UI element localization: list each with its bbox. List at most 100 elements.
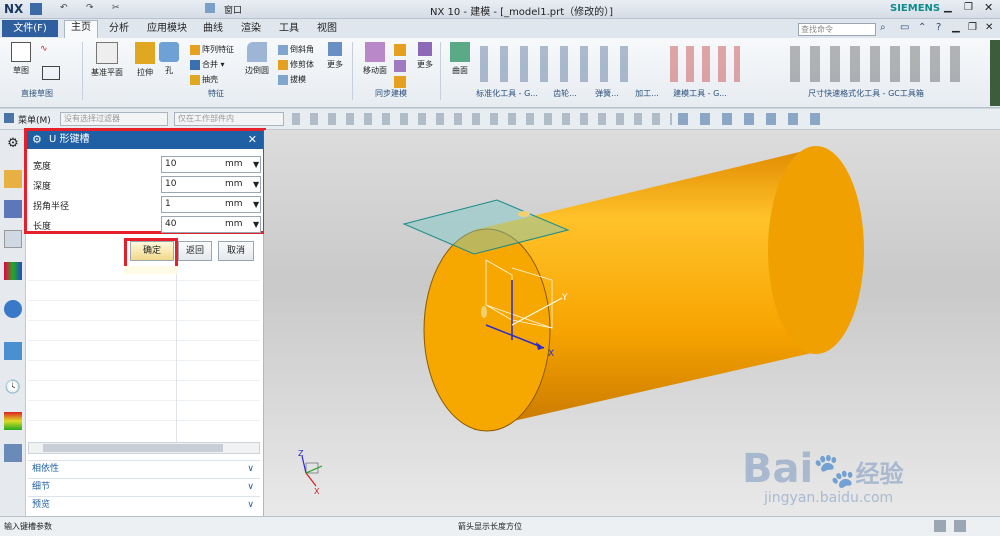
web-browser-icon[interactable] — [4, 300, 22, 318]
draft-button[interactable]: 拔模 — [278, 74, 306, 85]
reuse-library-icon[interactable] — [4, 262, 22, 280]
visualization-icon[interactable] — [4, 412, 22, 430]
graphics-viewport[interactable]: X Y Z X Bai🐾经验 jingyan.baidu.com — [264, 130, 1000, 516]
role-icon[interactable] — [4, 444, 22, 462]
dimension-tools-icons[interactable] — [790, 46, 970, 82]
corner-radius-input[interactable]: 1 — [161, 196, 261, 213]
move-face-button[interactable]: 移动面 — [358, 42, 392, 76]
minimize-button[interactable]: ▁ — [944, 2, 952, 13]
corner-radius-dropdown-icon[interactable]: ▼ — [253, 196, 259, 213]
back-button[interactable]: 返回 — [178, 241, 212, 261]
dialog-close-button[interactable]: ✕ — [248, 131, 257, 149]
chevron-down-icon: ∨ — [247, 464, 254, 474]
chamfer-button[interactable]: 倒斜角 — [278, 44, 314, 55]
search-icon[interactable]: ⌕ — [880, 22, 886, 33]
more-features-button[interactable]: 更多 — [322, 42, 348, 70]
width-input[interactable]: 10 — [161, 156, 261, 173]
extrude-button[interactable]: 拉伸 — [130, 42, 160, 78]
sketch-icon — [11, 42, 31, 62]
pattern-feature-button[interactable]: 阵列特征 — [190, 44, 234, 55]
undo-icon[interactable]: ↶ — [60, 3, 68, 13]
shell-button[interactable]: 抽壳 — [190, 74, 218, 85]
cylinder-near-face[interactable] — [423, 228, 551, 432]
trim-body-button[interactable]: 修剪体 — [278, 59, 314, 70]
ok-button[interactable]: 确定 — [130, 241, 174, 261]
tab-view[interactable]: 视图 — [312, 22, 342, 36]
section-dependencies[interactable]: 相依性 ∨ — [28, 460, 260, 476]
window-icon[interactable] — [205, 3, 215, 13]
scope-filter-select[interactable]: 仅在工作部件内 — [174, 112, 284, 126]
surface-button[interactable]: 曲面 — [446, 42, 474, 76]
part-navigator-icon[interactable] — [4, 170, 22, 188]
rectangle-icon[interactable] — [42, 66, 60, 80]
tab-analysis[interactable]: 分析 — [102, 22, 136, 36]
sub-restore-button[interactable]: ❐ — [968, 22, 977, 33]
sub-close-button[interactable]: ✕ — [985, 22, 993, 33]
length-input[interactable]: 40 — [161, 216, 261, 233]
curve-icon[interactable]: ∿ — [40, 44, 60, 58]
sub-minimize-button[interactable]: ▁ — [952, 22, 960, 33]
length-unit: mm — [225, 219, 243, 229]
depth-dropdown-icon[interactable]: ▼ — [253, 176, 259, 193]
offset-region-icon[interactable] — [394, 44, 406, 56]
delete-face-icon[interactable] — [394, 76, 406, 88]
move-face-icon — [365, 42, 385, 62]
horizontal-scrollbar[interactable] — [28, 442, 260, 454]
status-icon-1[interactable] — [934, 520, 946, 532]
more-sync-icon — [418, 42, 432, 56]
history-icon[interactable] — [4, 342, 22, 360]
close-button[interactable]: ✕ — [984, 1, 993, 14]
unite-button[interactable]: 合并 ▾ — [190, 59, 225, 70]
cancel-button[interactable]: 取消 — [218, 241, 254, 261]
tab-applications[interactable]: 应用模块 — [142, 22, 192, 36]
length-dropdown-icon[interactable]: ▼ — [253, 216, 259, 233]
constraint-navigator-icon[interactable] — [4, 230, 22, 248]
tab-render[interactable]: 渲染 — [236, 22, 266, 36]
menu-button[interactable]: 菜单(M) — [18, 113, 51, 126]
assembly-navigator-icon[interactable] — [4, 200, 22, 218]
tab-curve[interactable]: 曲线 — [198, 22, 228, 36]
settings-icon[interactable]: ⚙ — [4, 136, 22, 154]
handle-marker[interactable] — [518, 211, 530, 217]
modeling-tools-icons[interactable] — [670, 46, 740, 82]
datum-plane-button[interactable]: 基准平面 — [88, 42, 126, 78]
origin-marker[interactable] — [481, 306, 487, 318]
edge-blend-icon — [247, 42, 267, 62]
sketch-button[interactable]: 草图 — [6, 42, 36, 76]
triad-z-label: Z — [298, 449, 304, 458]
side-handle[interactable] — [990, 40, 1000, 106]
group-sync-modeling: 同步建模 — [375, 89, 407, 98]
scrollbar-thumb[interactable] — [43, 444, 223, 452]
group-standard-tools: 标准化工具 - G... — [476, 89, 538, 98]
window-menu[interactable]: 窗口 — [224, 3, 242, 16]
restore-button[interactable]: ❐ — [964, 2, 973, 13]
replace-face-icon[interactable] — [394, 60, 406, 72]
more-sync-button[interactable]: 更多 — [412, 42, 438, 70]
tab-tools[interactable]: 工具 — [274, 22, 304, 36]
cut-icon[interactable]: ✂ — [112, 3, 120, 13]
edge-blend-button[interactable]: 边倒圆 — [240, 42, 274, 76]
selection-filter-select[interactable]: 没有选择过滤器 — [60, 112, 168, 126]
menu-icon[interactable] — [4, 113, 14, 123]
save-icon[interactable] — [30, 3, 42, 15]
collapse-ribbon-icon[interactable]: ⌃ — [918, 22, 926, 33]
unite-icon — [190, 59, 200, 70]
section-details[interactable]: 细节 ∨ — [28, 478, 260, 494]
depth-input[interactable]: 10 — [161, 176, 261, 193]
standard-tools-icons[interactable] — [480, 46, 640, 82]
ribbon-tabs: 文件(F) 主页 分析 应用模块 曲线 渲染 工具 视图 查找命令 ⌕ ▭ ⌃ … — [0, 19, 1000, 38]
section-preview[interactable]: 预览 ∨ — [28, 496, 260, 512]
command-search-input[interactable]: 查找命令 — [798, 23, 876, 36]
snap-tools-icons[interactable] — [292, 113, 672, 125]
width-label: 宽度 — [33, 162, 52, 172]
help-icon[interactable]: ? — [936, 22, 941, 33]
tab-home[interactable]: 主页 — [64, 20, 98, 38]
view-tools-icons[interactable] — [678, 113, 828, 125]
tab-file[interactable]: 文件(F) — [2, 20, 58, 37]
redo-icon[interactable]: ↷ — [86, 3, 94, 13]
window-arrange-icon[interactable]: ▭ — [900, 22, 909, 33]
width-dropdown-icon[interactable]: ▼ — [253, 156, 259, 173]
status-icon-2[interactable] — [954, 520, 966, 532]
clock-icon[interactable]: 🕓 — [4, 380, 22, 398]
hole-button[interactable]: 孔 — [158, 42, 180, 76]
